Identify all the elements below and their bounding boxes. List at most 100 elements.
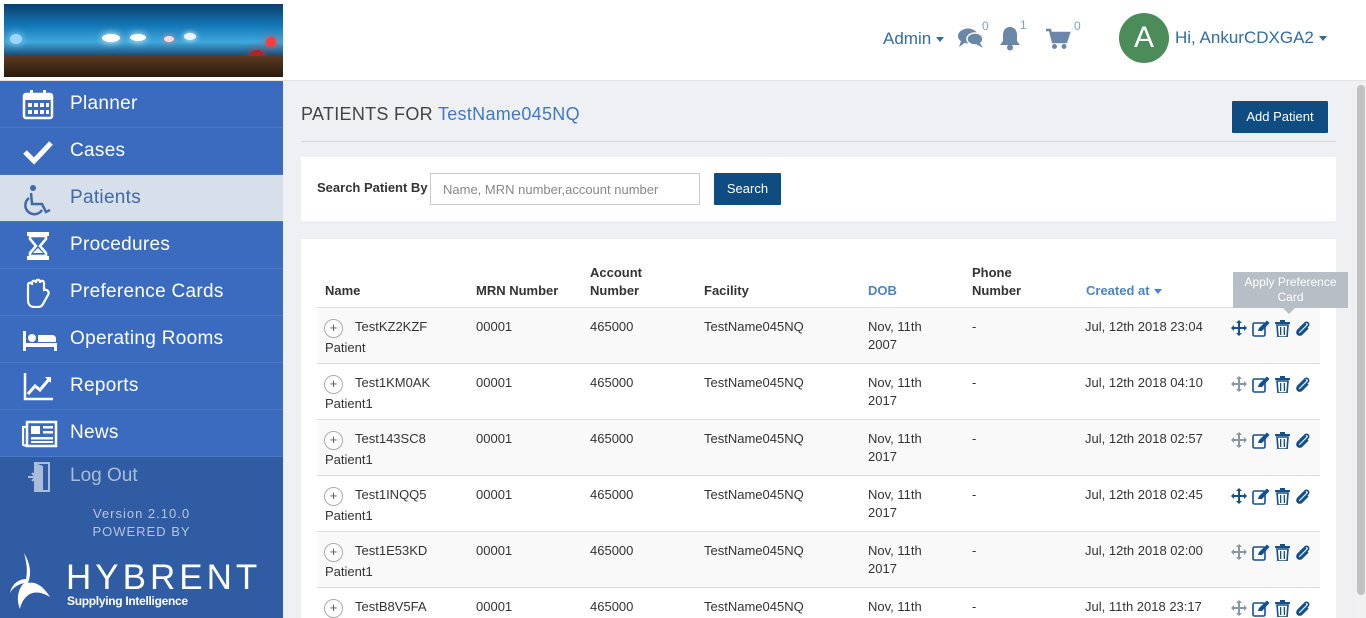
expand-row-icon[interactable]: +: [324, 375, 343, 394]
move-icon[interactable]: [1231, 320, 1247, 341]
scrollbar-thumb[interactable]: [1357, 85, 1365, 595]
user-greeting: Hi, AnkurCDXGA2: [1175, 28, 1314, 47]
column-header-name[interactable]: Name: [325, 282, 360, 300]
dob-cell: Nov, 11th 2017: [868, 486, 922, 522]
trash-icon[interactable]: [1275, 432, 1290, 454]
column-header-created-at[interactable]: Created at: [1086, 282, 1162, 300]
sidebar-item-patients[interactable]: Patients: [0, 175, 283, 222]
trash-icon[interactable]: [1275, 376, 1290, 398]
trash-icon[interactable]: [1275, 488, 1290, 510]
sidebar-item-label: News: [70, 422, 119, 443]
trash-icon[interactable]: [1275, 600, 1290, 618]
patient-first-name: TestB8V5FA: [355, 599, 427, 614]
edit-icon[interactable]: [1252, 600, 1270, 618]
move-icon[interactable]: [1231, 432, 1247, 453]
column-header-dob[interactable]: DOB: [868, 282, 897, 300]
column-header-account-line1: Account: [590, 265, 642, 280]
bell-icon[interactable]: [998, 25, 1022, 51]
sidebar-item-operating-rooms[interactable]: Operating Rooms: [0, 316, 283, 363]
search-button[interactable]: Search: [714, 173, 781, 205]
edit-icon[interactable]: [1252, 544, 1270, 566]
created-at-cell: Jul, 12th 2018 02:57: [1085, 431, 1203, 446]
patient-first-name: Test143SC8: [355, 431, 426, 446]
sidebar-item-label: Cases: [70, 140, 126, 161]
add-patient-button[interactable]: Add Patient: [1232, 101, 1328, 133]
sidebar-item-planner[interactable]: Planner: [0, 81, 283, 128]
admin-label: Admin: [883, 29, 932, 48]
patient-last-name: Patient1: [325, 564, 373, 579]
user-menu[interactable]: Hi, AnkurCDXGA2: [1175, 28, 1327, 48]
created-at-cell: Jul, 12th 2018 02:45: [1085, 487, 1203, 502]
sidebar-item-label: Operating Rooms: [70, 328, 224, 349]
dob-year: 2017: [868, 449, 897, 464]
trash-icon[interactable]: [1275, 544, 1290, 566]
expand-row-icon[interactable]: +: [324, 319, 343, 338]
version-text: Version 2.10.0: [92, 506, 191, 521]
dob-year: 2017: [868, 505, 897, 520]
paperclip-icon[interactable]: [1295, 376, 1311, 398]
facility-cell: TestName045NQ: [704, 599, 804, 614]
phone-cell: -: [972, 543, 977, 558]
mrn-cell: 00001: [476, 319, 513, 334]
account-cell: 465000: [590, 319, 634, 334]
account-cell: 465000: [590, 487, 634, 502]
messages-icon[interactable]: [958, 27, 984, 49]
dob-date: Nov, 11th: [868, 543, 922, 558]
page-title-facility: TestName045NQ: [437, 104, 580, 124]
move-icon[interactable]: [1231, 600, 1247, 618]
table-row: + Test1KM0AK Patient1 00001 465000 TestName04…: [317, 364, 1320, 420]
trash-icon[interactable]: [1275, 320, 1290, 342]
column-header-phone-line2: Number: [972, 283, 1022, 298]
column-header-phone-line1: Phone: [972, 265, 1012, 280]
move-icon[interactable]: [1231, 488, 1247, 509]
sidebar-item-news[interactable]: News: [0, 410, 283, 457]
cart-icon[interactable]: [1045, 28, 1071, 50]
table-row: + TestKZ2KZF Patient 00001 465000 TestName045…: [317, 308, 1320, 364]
logout-button[interactable]: Log Out: [0, 453, 283, 500]
patient-first-name: Test1E53KD: [355, 543, 428, 558]
sidebar-item-cases[interactable]: Cases: [0, 128, 283, 175]
search-input[interactable]: [430, 173, 700, 205]
column-header-facility[interactable]: Facility: [704, 282, 749, 300]
edit-icon[interactable]: [1252, 432, 1270, 454]
paperclip-icon[interactable]: [1295, 488, 1311, 510]
dob-year: 2017: [868, 561, 897, 576]
table-row: + Test1INQQ5 Patient1 00001 465000 TestName04…: [317, 476, 1320, 532]
column-header-phone[interactable]: Phone Number: [972, 264, 1021, 300]
page-scrollbar[interactable]: [1355, 81, 1366, 618]
paperclip-icon[interactable]: [1295, 432, 1311, 454]
column-header-created-label: Created at: [1086, 283, 1150, 298]
sidebar-item-label: Patients: [70, 187, 142, 208]
sidebar-item-procedures[interactable]: Procedures: [0, 222, 283, 269]
search-panel: Search Patient By Search: [301, 157, 1336, 221]
expand-row-icon[interactable]: +: [324, 599, 343, 618]
expand-row-icon[interactable]: +: [324, 543, 343, 562]
column-header-mrn[interactable]: MRN Number: [476, 282, 558, 300]
dob-year: 2017: [868, 393, 897, 408]
facility-cell: TestName045NQ: [704, 543, 804, 558]
column-header-account-line2: Number: [590, 283, 640, 298]
expand-row-icon[interactable]: +: [324, 487, 343, 506]
account-cell: 465000: [590, 599, 634, 614]
edit-icon[interactable]: [1252, 320, 1270, 342]
sidebar-item-reports[interactable]: Reports: [0, 363, 283, 410]
admin-menu[interactable]: Admin: [883, 29, 945, 49]
avatar[interactable]: A: [1119, 13, 1169, 63]
phone-cell: -: [972, 487, 977, 502]
edit-icon[interactable]: [1252, 376, 1270, 398]
page-title: PATIENTS FOR TestName045NQ: [301, 104, 580, 125]
sidebar-item-preference-cards[interactable]: Preference Cards: [0, 269, 283, 316]
move-icon[interactable]: [1231, 544, 1247, 565]
search-label: Search Patient By: [317, 180, 428, 195]
paperclip-icon[interactable]: [1295, 600, 1311, 618]
edit-icon[interactable]: [1252, 488, 1270, 510]
dob-year: 2007: [868, 337, 897, 352]
column-header-account[interactable]: Account Number: [590, 264, 642, 300]
patient-last-name: Patient1: [325, 508, 373, 523]
messages-count: 0: [982, 19, 989, 33]
paperclip-icon[interactable]: [1295, 544, 1311, 566]
move-icon[interactable]: [1231, 376, 1247, 397]
expand-row-icon[interactable]: +: [324, 431, 343, 450]
hourglass-icon: [22, 231, 56, 261]
paperclip-icon[interactable]: [1295, 320, 1311, 342]
